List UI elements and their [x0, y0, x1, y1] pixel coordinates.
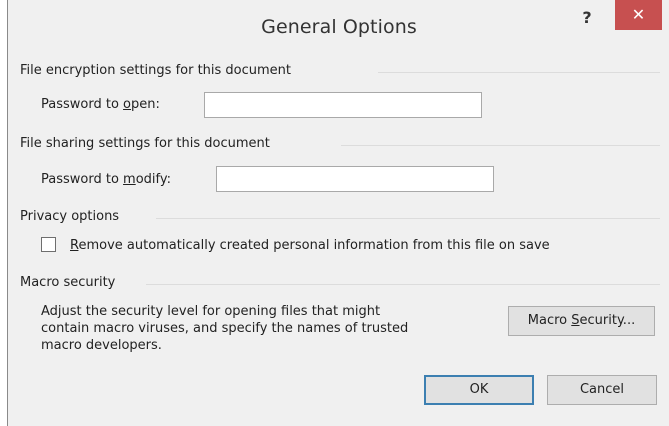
password-open-label: Password to open:	[41, 97, 160, 112]
encryption-heading: File encryption settings for this docume…	[20, 63, 292, 78]
close-icon: ✕	[631, 5, 646, 24]
macro-description-line: contain macro viruses, and specify the n…	[41, 321, 409, 336]
macro-description-line: Adjust the security level for opening fi…	[41, 304, 381, 319]
encryption-divider	[378, 72, 660, 73]
macro-description-line: macro developers.	[41, 338, 162, 353]
macro-heading: Macro security	[20, 275, 116, 290]
sharing-heading: File sharing settings for this document	[20, 136, 270, 151]
sharing-divider	[341, 145, 660, 146]
privacy-heading: Privacy options	[20, 209, 120, 224]
remove-personal-info-label[interactable]: Remove automatically created personal in…	[70, 238, 550, 253]
close-button[interactable]: ✕	[615, 0, 662, 30]
password-open-input[interactable]	[204, 92, 482, 118]
macro-divider	[146, 284, 660, 285]
title-bar: General Options ? ✕	[8, 0, 669, 52]
dialog-title: General Options	[261, 16, 417, 38]
general-options-dialog: General Options ? ✕ File encryption sett…	[7, 0, 669, 426]
password-modify-label: Password to modify:	[41, 172, 172, 187]
help-icon[interactable]: ?	[576, 6, 598, 30]
cancel-button[interactable]: Cancel	[547, 375, 657, 405]
ok-button[interactable]: OK	[424, 375, 534, 405]
password-modify-input[interactable]	[216, 166, 494, 192]
macro-description: Adjust the security level for opening fi…	[41, 303, 408, 354]
privacy-divider	[156, 218, 660, 219]
remove-personal-info-checkbox[interactable]	[41, 237, 56, 252]
macro-security-button[interactable]: Macro Security...	[508, 306, 655, 336]
